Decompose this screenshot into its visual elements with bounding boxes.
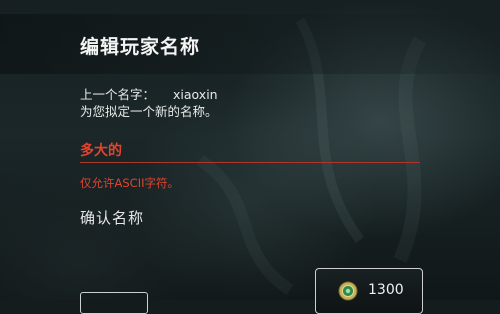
dialog-title: 编辑玩家名称 [80, 36, 201, 58]
coin-icon [338, 281, 358, 301]
purchase-button[interactable]: 1300 [315, 268, 423, 314]
confirm-name-label: 确认名称 [80, 209, 145, 227]
title-bar [0, 14, 500, 74]
cost-value: 1300 [368, 282, 404, 298]
error-message: 仅允许ASCII字符。 [80, 176, 179, 190]
new-name-input[interactable] [80, 138, 420, 163]
previous-name-value: xiaoxin [173, 87, 218, 102]
secondary-button[interactable] [80, 292, 148, 314]
previous-name-label: 上一个名字： [80, 87, 156, 102]
rename-prompt: 为您拟定一个新的名称。 [80, 104, 218, 119]
rename-dialog: 编辑玩家名称 上一个名字： xiaoxin 为您拟定一个新的名称。 仅允许ASCI… [0, 0, 500, 314]
